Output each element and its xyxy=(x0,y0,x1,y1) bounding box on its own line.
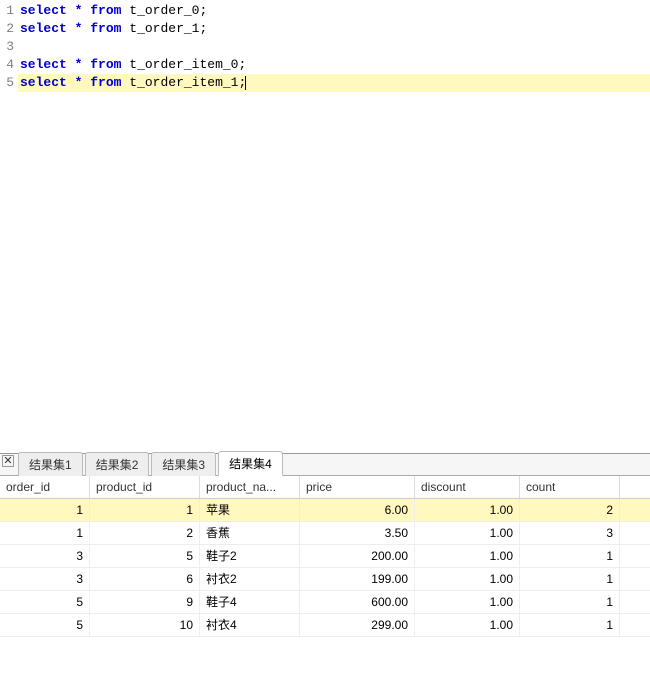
result-tab[interactable]: 结果集2 xyxy=(85,452,150,476)
table-cell[interactable]: 1 xyxy=(520,614,620,636)
column-header[interactable]: product_na... xyxy=(200,476,300,498)
code-line[interactable]: select * from t_order_item_1; xyxy=(18,74,650,92)
table-cell[interactable]: 1.00 xyxy=(415,614,520,636)
table-cell[interactable]: 10 xyxy=(90,614,200,636)
table-row[interactable]: 36衬衣2199.001.001 xyxy=(0,568,650,591)
line-number-gutter: 12345 xyxy=(0,0,16,92)
line-number: 5 xyxy=(0,74,16,92)
column-header[interactable]: order_id xyxy=(0,476,90,498)
table-cell[interactable]: 3 xyxy=(0,545,90,567)
table-cell[interactable]: 1 xyxy=(520,545,620,567)
table-cell[interactable]: 5 xyxy=(90,545,200,567)
table-cell[interactable]: 鞋子2 xyxy=(200,545,300,567)
column-header[interactable]: count xyxy=(520,476,620,498)
table-cell[interactable]: 199.00 xyxy=(300,568,415,590)
table-cell[interactable]: 9 xyxy=(90,591,200,613)
table-row[interactable]: 59鞋子4600.001.001 xyxy=(0,591,650,614)
sql-editor[interactable]: 12345 select * from t_order_0;select * f… xyxy=(0,0,650,453)
table-cell[interactable]: 1.00 xyxy=(415,499,520,521)
table-cell[interactable]: 衬衣2 xyxy=(200,568,300,590)
column-header[interactable]: price xyxy=(300,476,415,498)
table-cell[interactable]: 1 xyxy=(520,591,620,613)
code-line[interactable]: select * from t_order_item_0; xyxy=(18,56,650,74)
table-cell[interactable]: 299.00 xyxy=(300,614,415,636)
table-row[interactable]: 12香蕉3.501.003 xyxy=(0,522,650,545)
table-cell[interactable]: 3 xyxy=(520,522,620,544)
table-cell[interactable]: 苹果 xyxy=(200,499,300,521)
table-cell[interactable]: 200.00 xyxy=(300,545,415,567)
code-line[interactable]: select * from t_order_0; xyxy=(18,2,650,20)
table-header-row: order_idproduct_idproduct_na...pricedisc… xyxy=(0,476,650,499)
column-header[interactable]: discount xyxy=(415,476,520,498)
table-cell[interactable]: 香蕉 xyxy=(200,522,300,544)
line-number: 4 xyxy=(0,56,16,74)
table-cell[interactable]: 2 xyxy=(520,499,620,521)
table-cell[interactable]: 1.00 xyxy=(415,591,520,613)
table-row[interactable]: 510衬衣4299.001.001 xyxy=(0,614,650,637)
table-cell[interactable]: 1 xyxy=(520,568,620,590)
table-cell[interactable]: 衬衣4 xyxy=(200,614,300,636)
results-pane: ✕ 结果集1结果集2结果集3结果集4 order_idproduct_idpro… xyxy=(0,453,650,686)
line-number: 2 xyxy=(0,20,16,38)
table-cell[interactable]: 5 xyxy=(0,591,90,613)
result-tab[interactable]: 结果集3 xyxy=(151,452,216,476)
line-number: 1 xyxy=(0,2,16,20)
table-cell[interactable]: 1.00 xyxy=(415,545,520,567)
table-row[interactable]: 35鞋子2200.001.001 xyxy=(0,545,650,568)
table-cell[interactable]: 3.50 xyxy=(300,522,415,544)
line-number: 3 xyxy=(0,38,16,56)
result-tab[interactable]: 结果集4 xyxy=(218,451,283,476)
table-row[interactable]: 11苹果6.001.002 xyxy=(0,499,650,522)
table-cell[interactable]: 6.00 xyxy=(300,499,415,521)
table-cell[interactable]: 鞋子4 xyxy=(200,591,300,613)
result-tabs: 结果集1结果集2结果集3结果集4 xyxy=(0,454,650,476)
table-cell[interactable]: 1.00 xyxy=(415,568,520,590)
column-header[interactable]: product_id xyxy=(90,476,200,498)
code-line[interactable]: select * from t_order_1; xyxy=(18,20,650,38)
table-cell[interactable]: 2 xyxy=(90,522,200,544)
code-line[interactable] xyxy=(18,38,650,56)
result-grid[interactable]: order_idproduct_idproduct_na...pricedisc… xyxy=(0,476,650,686)
result-tab[interactable]: 结果集1 xyxy=(18,452,83,476)
table-cell[interactable]: 6 xyxy=(90,568,200,590)
close-icon[interactable]: ✕ xyxy=(2,455,14,467)
table-cell[interactable]: 3 xyxy=(0,568,90,590)
table-cell[interactable]: 1.00 xyxy=(415,522,520,544)
table-cell[interactable]: 600.00 xyxy=(300,591,415,613)
text-cursor xyxy=(245,76,246,90)
table-cell[interactable]: 1 xyxy=(0,522,90,544)
code-area[interactable]: select * from t_order_0;select * from t_… xyxy=(18,0,650,92)
table-cell[interactable]: 1 xyxy=(0,499,90,521)
table-cell[interactable]: 1 xyxy=(90,499,200,521)
table-cell[interactable]: 5 xyxy=(0,614,90,636)
